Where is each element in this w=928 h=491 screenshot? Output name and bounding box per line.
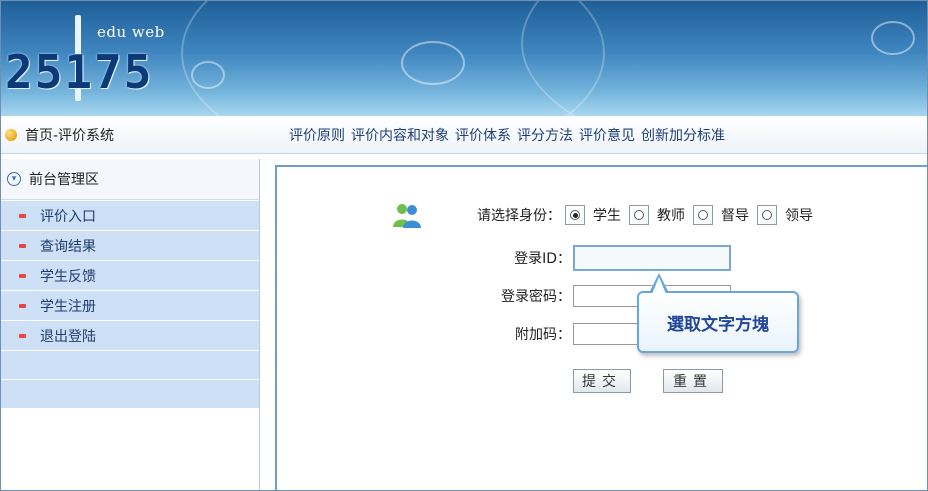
login-id-label: 登录ID： — [514, 251, 571, 267]
sidebar-item-logout[interactable]: 退出登陆 — [1, 321, 259, 350]
link-evaluation-system[interactable]: 评价体系 — [455, 125, 511, 145]
submit-button[interactable]: 提交 — [573, 369, 631, 393]
link-innovation-bonus[interactable]: 创新加分标准 — [641, 125, 725, 145]
leaf-decoration — [401, 41, 465, 85]
extra-code-label: 附加码： — [515, 327, 571, 343]
site-logo: 25175 — [5, 45, 154, 99]
sidebar-item-label: 退出登陆 — [40, 328, 96, 345]
home-link[interactable]: 首页-评价系统 — [5, 125, 114, 145]
role-selector: 请选择身份： 学生 教师 督导 领导 — [477, 205, 821, 225]
bullet-icon — [19, 303, 26, 308]
sidebar-item-label: 学生反馈 — [40, 268, 96, 285]
tooltip-pointer-inner — [652, 277, 666, 294]
top-links: 评价原则 评价内容和对象 评价体系 评分方法 评价意见 创新加分标准 — [289, 125, 725, 145]
role-option-label: 领导 — [785, 208, 813, 224]
sidebar-title: 前台管理区 — [29, 172, 99, 188]
bullet-icon — [19, 213, 26, 218]
sidebar-item-student-feedback[interactable]: 学生反馈 — [1, 261, 259, 290]
role-label: 请选择身份： — [477, 208, 561, 224]
reset-button[interactable]: 重置 — [663, 369, 723, 393]
role-option-label: 教师 — [657, 208, 685, 224]
link-evaluation-opinion[interactable]: 评价意见 — [579, 125, 635, 145]
link-evaluation-principles[interactable]: 评价原则 — [289, 125, 345, 145]
site-banner: 25175 edu web — [1, 1, 927, 116]
login-panel: 请选择身份： 学生 教师 督导 领导 登录ID： 登录密码： 附加码： 選取文字… — [275, 165, 927, 490]
link-evaluation-content[interactable]: 评价内容和对象 — [351, 125, 449, 145]
login-id-row: 登录ID： — [475, 245, 731, 271]
browser-page: 25175 edu web 首页-评价系统 评价原则 评价内容和对象 评价体系 … — [0, 0, 928, 491]
sidebar-item-label: 评价入口 — [40, 208, 96, 225]
bullet-icon — [19, 273, 26, 278]
radio-leader[interactable] — [757, 205, 777, 225]
radio-student[interactable] — [565, 205, 585, 225]
bullet-icon — [19, 333, 26, 338]
textbox-tooltip: 選取文字方塊 — [637, 291, 799, 353]
sidebar-empty-row — [1, 351, 259, 379]
users-icon — [393, 204, 421, 228]
sidebar-header[interactable]: ▾ 前台管理区 — [1, 159, 259, 200]
role-option-label: 学生 — [593, 208, 621, 224]
sidebar-item-label: 查询结果 — [40, 238, 96, 255]
sidebar-item-label: 学生注册 — [40, 298, 96, 315]
link-scoring-method[interactable]: 评分方法 — [517, 125, 573, 145]
top-menu-bar: 首页-评价系统 评价原则 评价内容和对象 评价体系 评分方法 评价意见 创新加分… — [1, 117, 927, 154]
radio-teacher[interactable] — [629, 205, 649, 225]
sidebar-item-query-results[interactable]: 查询结果 — [1, 231, 259, 260]
password-label: 登录密码： — [501, 289, 571, 305]
site-logo-subtitle: edu web — [97, 23, 165, 41]
left-sidebar: ▾ 前台管理区 评价入口 查询结果 学生反馈 学生注册 退出登陆 — [1, 159, 260, 490]
role-option-label: 督导 — [721, 208, 749, 224]
sidebar-empty-row — [1, 380, 259, 408]
login-id-input[interactable] — [573, 245, 731, 271]
bullet-icon — [19, 243, 26, 248]
tooltip-text: 選取文字方塊 — [667, 314, 769, 335]
sidebar-item-evaluation-entry[interactable]: 评价入口 — [1, 201, 259, 230]
banner-decoration — [521, 1, 927, 116]
sidebar-item-student-register[interactable]: 学生注册 — [1, 291, 259, 320]
home-icon — [5, 129, 17, 141]
radio-supervisor[interactable] — [693, 205, 713, 225]
leaf-decoration — [191, 61, 225, 89]
home-label: 首页-评价系统 — [25, 128, 115, 144]
leaf-decoration — [871, 21, 915, 55]
chevron-down-icon: ▾ — [7, 172, 21, 186]
